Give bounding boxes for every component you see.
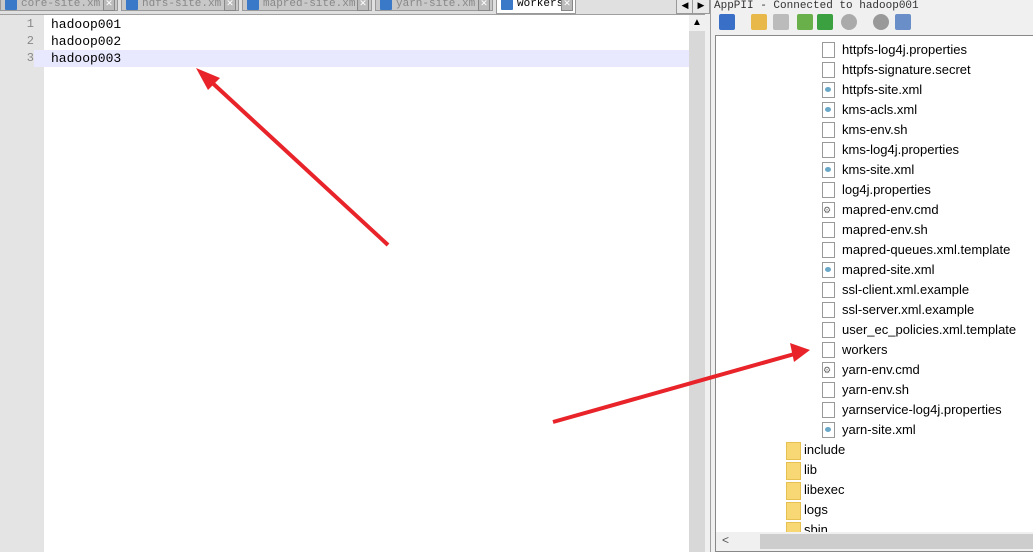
arrow-head [790,343,810,362]
annotation-arrows [196,68,810,424]
arrow-to-workers [552,351,799,424]
arrow-to-editor [204,75,390,247]
